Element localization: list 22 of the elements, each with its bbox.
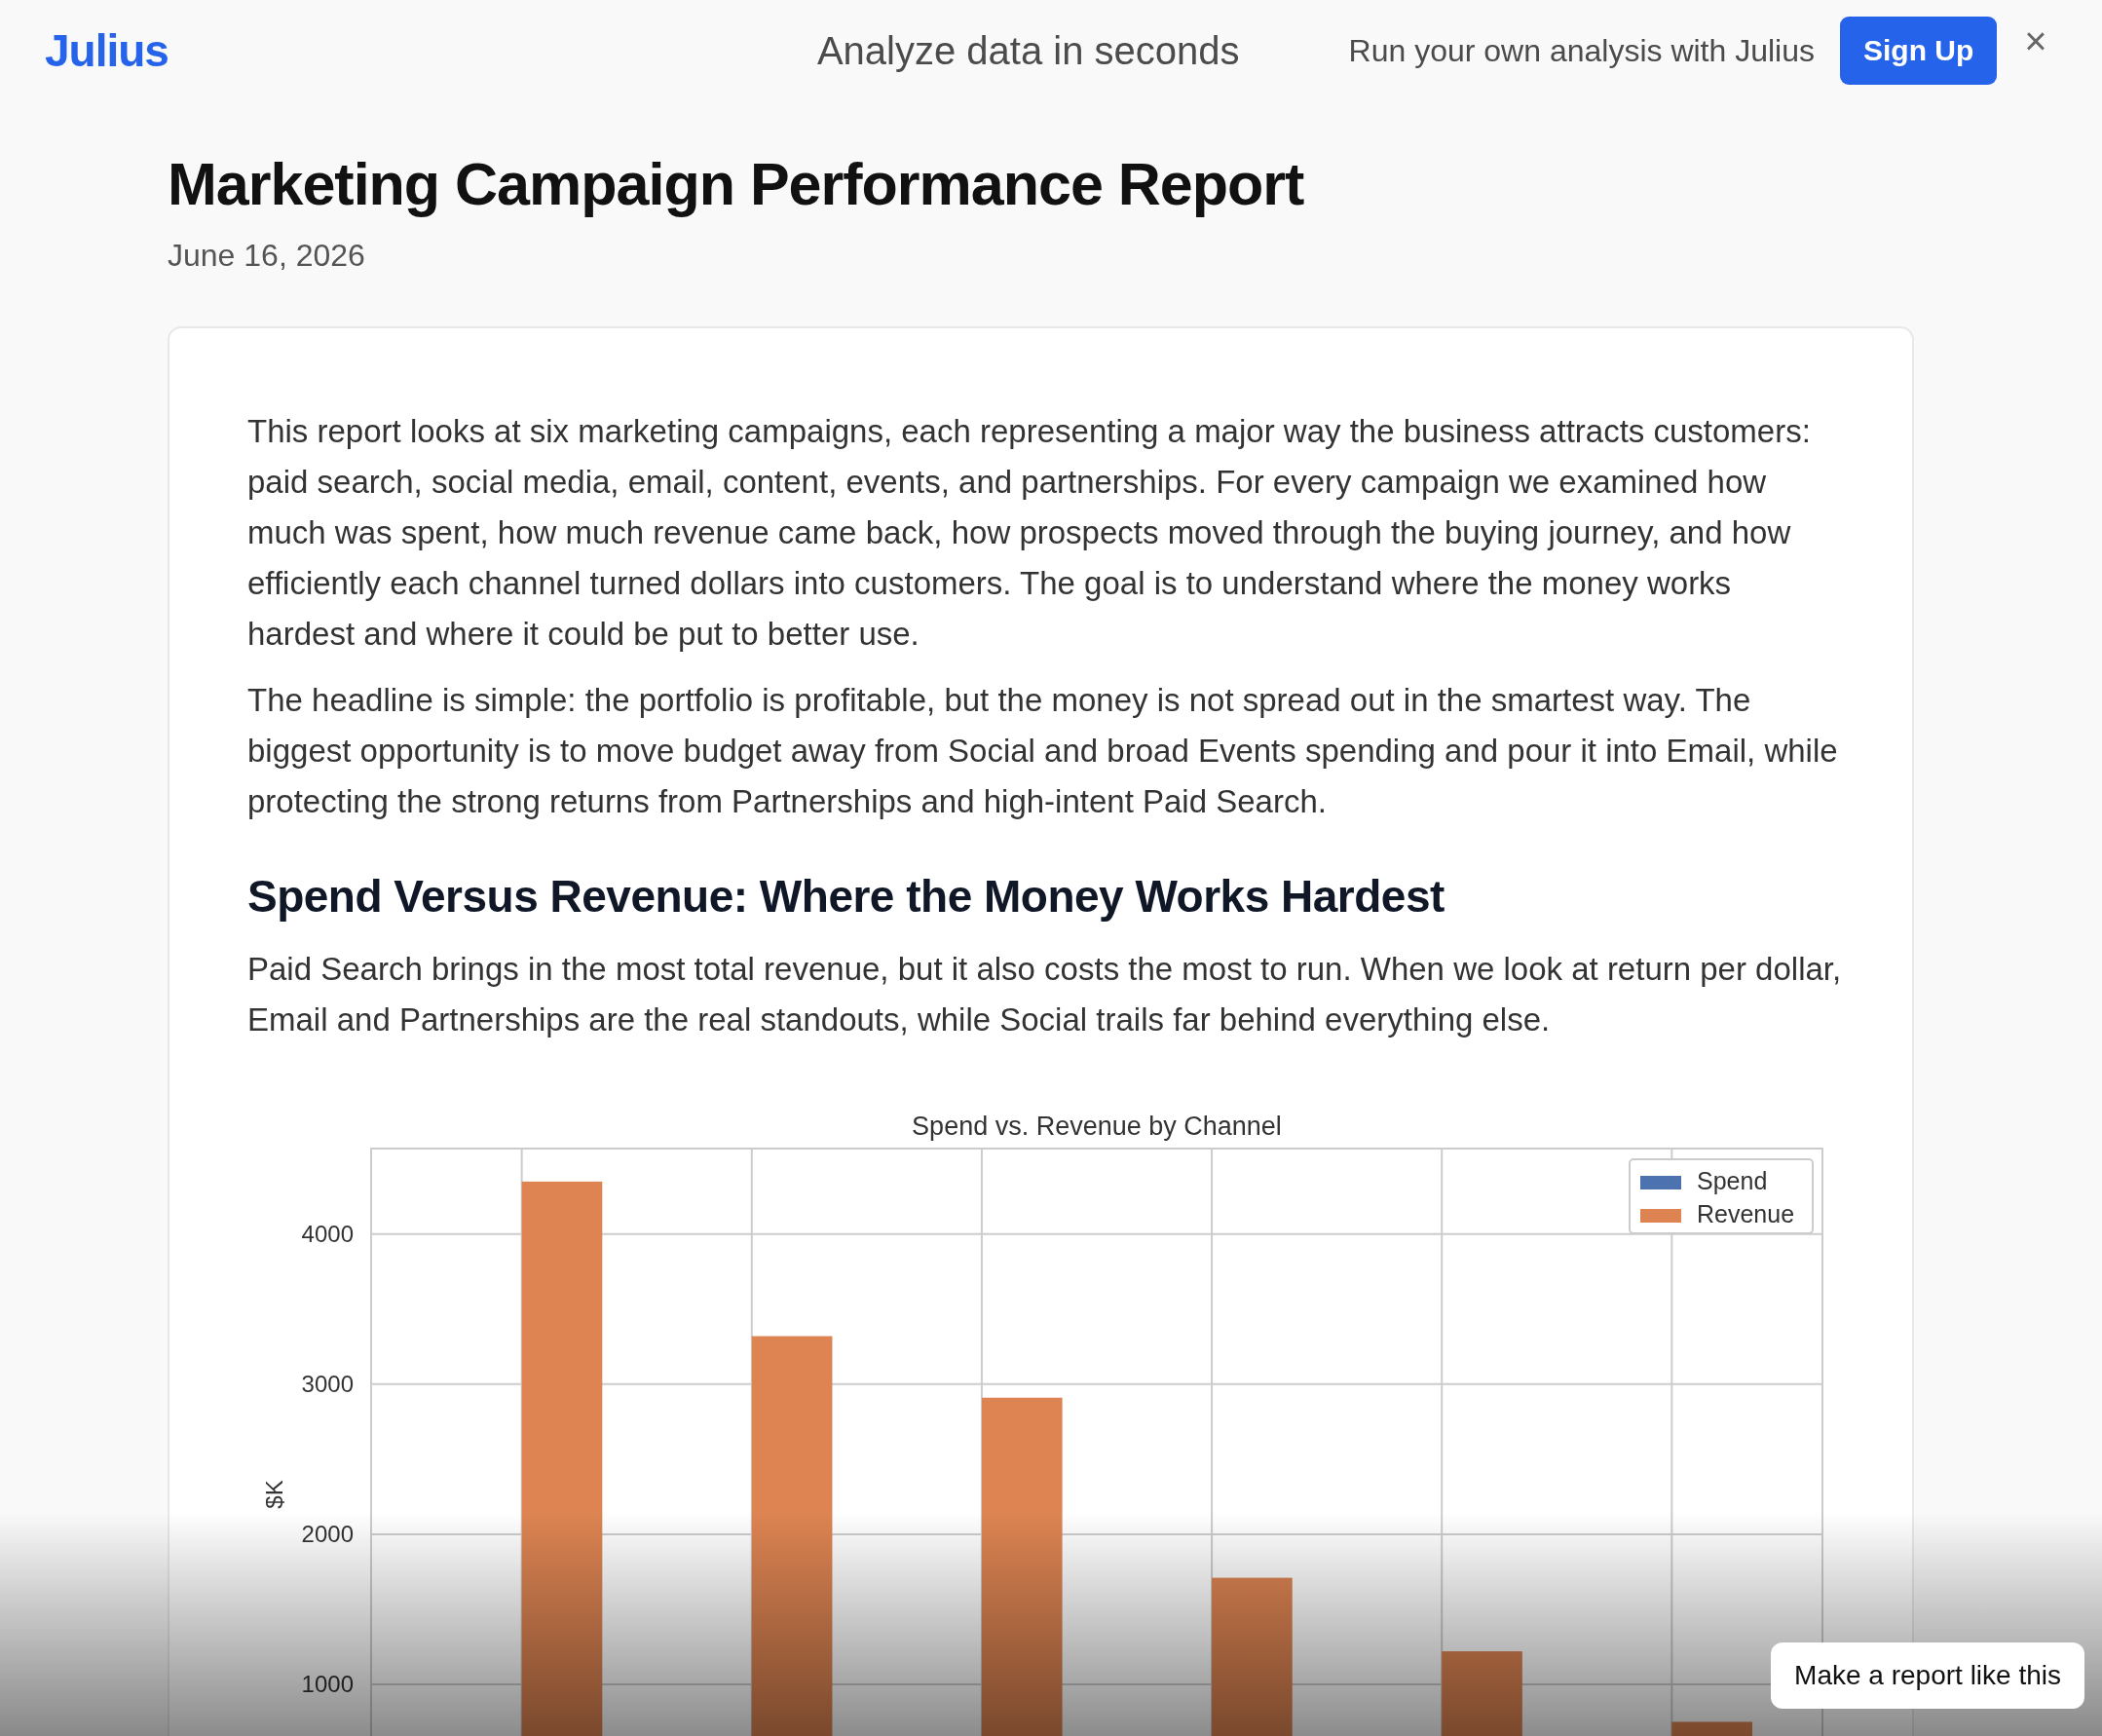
paragraph: This report looks at six marketing campaigns, each representing a major way the business attracts customers: paid search, social media, email, content, events, and partnerships. For every campaign we examined how much was spent, how much revenue came back, how prospects moved through the buying journey, and how efficiently each channel turned dollars into customers. The goal is to understand where the money works hardest and where it could be put to better use.: [247, 412, 1812, 654]
make-report-button[interactable]: Make a report like this: [1771, 1642, 2084, 1709]
y-tick-label: 2000: [301, 1520, 354, 1547]
report-date: June 16, 2026: [168, 238, 366, 274]
paragraph: The headline is simple: the portfolio is profitable, but the money is not spread out in the smartest way. The biggest opportunity is to move budget away from Social and broad Events spending and pour it into Email, while protecting the strong returns from Partnerships and high-intent Paid Search.: [247, 681, 1839, 821]
legend-label: Spend: [1697, 1167, 1768, 1194]
report-title: Marketing Campaign Performance Report: [168, 150, 1305, 218]
chart-title: Spend vs. Revenue by Channel: [912, 1112, 1282, 1141]
promo-text: Run your own analysis with Julius: [1348, 32, 1815, 69]
close-button[interactable]: ×: [2018, 19, 2053, 63]
y-tick-label: 3000: [301, 1370, 354, 1397]
y-axis-label: $K: [261, 1480, 287, 1509]
legend-swatch: [1640, 1209, 1681, 1223]
y-tick-label: 4000: [301, 1220, 354, 1247]
tagline: Analyze data in seconds: [816, 28, 1240, 73]
sign-up-button[interactable]: Sign Up: [1840, 17, 1998, 85]
legend-label: Revenue: [1697, 1200, 1795, 1227]
legend-swatch: [1640, 1176, 1681, 1189]
paragraph: Paid Search brings in the most total revenue, but it also costs the most to run. When we look at return per dollar, Email and Partnerships are the real standouts, while Social trails far behind everything else.: [247, 950, 1843, 1039]
julius-logo[interactable]: Julius: [45, 24, 169, 77]
y-tick-label: 1000: [301, 1670, 354, 1697]
section-heading: Spend Versus Revenue: Where the Money Works Hardest: [247, 870, 1445, 923]
